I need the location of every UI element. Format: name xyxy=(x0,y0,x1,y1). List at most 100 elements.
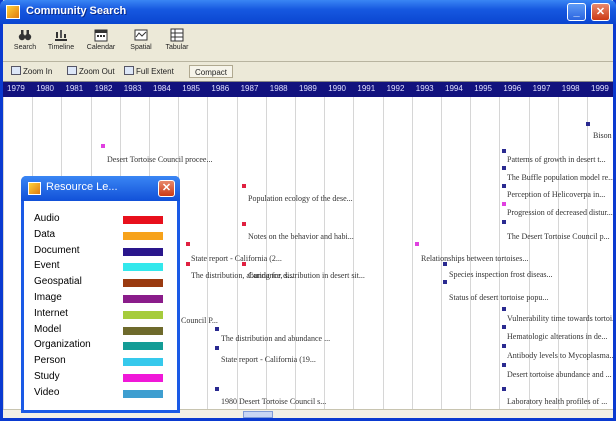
map-icon xyxy=(134,29,148,41)
year-gridline xyxy=(353,97,355,409)
event-marker[interactable] xyxy=(443,280,447,284)
event-marker[interactable] xyxy=(242,262,246,266)
compact-button[interactable]: Compact xyxy=(189,65,234,78)
event-label[interactable]: Progression of decreased distur... xyxy=(507,208,613,217)
scrollbar-thumb[interactable] xyxy=(243,411,273,418)
event-marker[interactable] xyxy=(586,122,590,126)
legend-item-label: Internet xyxy=(34,307,68,319)
event-label[interactable]: Status of desert tortoise popu... xyxy=(449,293,548,302)
year-gridline xyxy=(470,97,472,409)
event-marker[interactable] xyxy=(215,346,219,350)
event-label[interactable]: The Desert Tortoise Council p... xyxy=(507,232,610,241)
event-label[interactable]: Notes on the behavior and habi... xyxy=(248,232,354,241)
event-label[interactable]: Relationships between tortoises... xyxy=(421,254,528,263)
event-label[interactable]: Desert tortoise abundance and ... xyxy=(507,370,612,379)
year-label: 1979 xyxy=(7,84,25,93)
event-label[interactable]: The Buffle population model re... xyxy=(507,173,613,182)
resource-legend-window: Resource Le... ✕ Audio Data Document Event G… xyxy=(21,176,180,413)
event-marker[interactable] xyxy=(242,184,246,188)
event-label[interactable]: Hematologic alterations in de... xyxy=(507,332,607,341)
year-gridline xyxy=(441,97,442,409)
event-label[interactable]: Antibody levels to Mycoplasma... xyxy=(507,351,613,360)
event-marker[interactable] xyxy=(502,166,506,170)
year-label: 1991 xyxy=(357,84,376,93)
tabular-button[interactable]: Tabular xyxy=(159,26,195,60)
event-marker[interactable] xyxy=(101,144,105,148)
event-label[interactable]: 1980 Desert Tortoise Council s... xyxy=(221,397,326,406)
main-toolbar: Search Timeline Calendar Spatial Tabular xyxy=(3,24,613,62)
year-gridline xyxy=(557,97,559,409)
event-label[interactable]: Population ecology of the dese... xyxy=(248,194,353,203)
legend-item: Internet xyxy=(34,308,169,322)
event-label[interactable]: Council P... xyxy=(181,316,218,325)
calendar-icon xyxy=(94,29,108,42)
full-extent-button[interactable]: Full Extent xyxy=(124,65,174,78)
timeline-label: Timeline xyxy=(47,44,75,51)
event-marker[interactable] xyxy=(502,220,506,224)
legend-color-swatch xyxy=(123,231,163,240)
event-marker[interactable] xyxy=(215,327,219,331)
event-marker[interactable] xyxy=(415,242,419,246)
timeline-button[interactable]: Timeline xyxy=(43,26,79,60)
legend-app-icon xyxy=(28,182,41,195)
year-label: 1998 xyxy=(561,84,580,93)
legend-color-swatch xyxy=(123,295,163,303)
year-gridline xyxy=(3,97,4,409)
close-button[interactable]: ✕ xyxy=(591,3,610,21)
event-label[interactable]: Desert Tortoise Council procee... xyxy=(107,155,212,164)
event-label[interactable]: Vulnerability time towards tortoi... xyxy=(507,314,613,323)
legend-close-button[interactable]: ✕ xyxy=(158,180,175,197)
event-marker[interactable] xyxy=(502,325,506,329)
compact-label: Compact xyxy=(195,68,228,77)
zoom-in-button[interactable]: Zoom In xyxy=(11,65,52,78)
app-window: Community Search _ ✕ Search Timeline Cal… xyxy=(0,0,616,421)
legend-color-swatch xyxy=(123,263,163,272)
event-label[interactable]: Patterns of growth in desert t... xyxy=(507,155,606,164)
event-marker[interactable] xyxy=(502,202,506,206)
year-gridline xyxy=(528,97,530,409)
calendar-button[interactable]: Calendar xyxy=(83,26,119,60)
event-label[interactable]: Perception of Helicoverpa in... xyxy=(507,190,605,199)
event-marker[interactable] xyxy=(502,149,506,153)
year-label: 1980 xyxy=(36,84,54,93)
event-marker[interactable] xyxy=(502,184,506,188)
event-label[interactable]: State report - California (2... xyxy=(191,254,282,263)
spatial-button[interactable]: Spatial xyxy=(123,26,159,60)
legend-item-label: Video xyxy=(34,386,60,398)
event-marker[interactable] xyxy=(215,387,219,391)
year-label: 1984 xyxy=(153,84,171,93)
legend-item-label: Geospatial xyxy=(34,276,82,288)
legend-item-label: Audio xyxy=(34,213,60,224)
event-marker[interactable] xyxy=(502,363,506,367)
legend-title-bar[interactable]: Resource Le... ✕ xyxy=(21,176,180,201)
zoom-out-button[interactable]: Zoom Out xyxy=(67,65,115,78)
legend-item: Person xyxy=(34,355,169,369)
year-label: 1986 xyxy=(211,84,230,93)
event-marker[interactable] xyxy=(242,222,246,226)
event-marker[interactable] xyxy=(502,344,506,348)
event-marker[interactable] xyxy=(443,262,447,266)
year-label: 1987 xyxy=(240,84,259,93)
legend-item-label: Image xyxy=(34,292,62,303)
zoom-in-icon xyxy=(11,66,21,75)
event-marker[interactable] xyxy=(502,307,506,311)
year-label: 1981 xyxy=(65,84,84,93)
legend-item: Model xyxy=(34,324,169,338)
year-gridline xyxy=(411,97,413,409)
event-label[interactable]: Caring for distribution in desert sit... xyxy=(248,271,365,280)
event-label[interactable]: Bison re... xyxy=(593,131,613,140)
legend-item: Data xyxy=(34,229,169,243)
event-marker[interactable] xyxy=(186,262,190,266)
event-label[interactable]: The distribution and abundance ... xyxy=(221,334,330,343)
event-label[interactable]: Laboratory health profiles of ... xyxy=(507,397,607,406)
app-icon xyxy=(6,5,20,19)
event-label[interactable]: State report - California (19... xyxy=(221,355,316,364)
title-bar[interactable]: Community Search _ ✕ xyxy=(0,0,616,24)
legend-color-swatch xyxy=(123,216,163,224)
event-marker[interactable] xyxy=(186,242,190,246)
event-marker[interactable] xyxy=(502,387,506,391)
minimize-button[interactable]: _ xyxy=(567,3,586,21)
year-label: 1983 xyxy=(123,84,142,93)
search-button[interactable]: Search xyxy=(7,26,43,60)
event-label[interactable]: Species inspection frost diseas... xyxy=(449,270,553,279)
